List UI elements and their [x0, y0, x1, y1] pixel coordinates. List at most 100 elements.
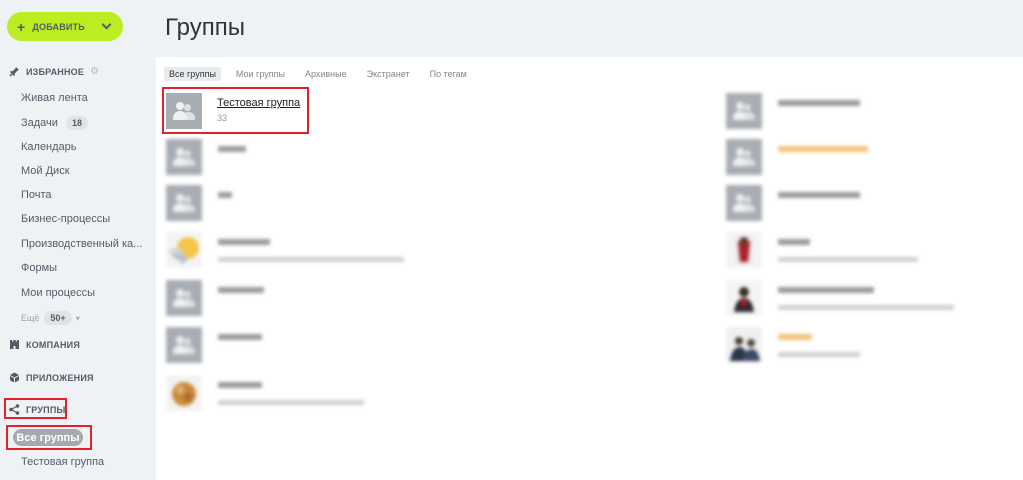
group-people-icon [173, 148, 195, 166]
group-avatar[interactable] [726, 327, 762, 363]
sidebar-item-test-group[interactable]: Тестовая группа [21, 456, 104, 468]
group-avatar[interactable] [166, 375, 202, 411]
group-description-redacted [778, 352, 860, 357]
group-avatar[interactable] [166, 185, 202, 221]
chevron-down-icon: ▾ [75, 313, 80, 323]
sidebar-item-label: Бизнес-процессы [21, 213, 111, 225]
sidebar-item-my-processes[interactable]: Мои процессы [21, 287, 95, 299]
group-people-icon [173, 289, 195, 307]
group-card[interactable] [166, 375, 364, 411]
sidebar-more[interactable]: Ещё 50+ ▾ [21, 311, 80, 325]
sidebar-item-label: Производственный ка... [21, 238, 143, 250]
group-card[interactable] [166, 232, 404, 268]
group-people-icon [173, 336, 195, 354]
group-image [172, 382, 196, 406]
group-avatar[interactable] [166, 327, 202, 363]
section-apps-label: ПРИЛОЖЕНИЯ [26, 372, 94, 383]
groups-filter-tabs: Все группы Мои группы Архивные Экстранет… [164, 67, 482, 81]
group-people-icon [173, 194, 195, 212]
group-card[interactable] [166, 280, 264, 316]
group-description-redacted [778, 257, 918, 262]
group-card[interactable] [726, 232, 918, 268]
group-name-redacted[interactable] [778, 192, 860, 198]
group-avatar[interactable] [166, 139, 202, 175]
group-card[interactable] [726, 280, 954, 316]
chevron-down-icon[interactable] [101, 19, 112, 30]
group-card[interactable] [166, 185, 232, 221]
group-name-redacted[interactable] [218, 334, 262, 340]
group-card[interactable] [166, 327, 262, 363]
group-name-redacted[interactable] [218, 287, 264, 293]
tab-archived[interactable]: Архивные [300, 67, 352, 81]
groups-panel: Все группы Мои группы Архивные Экстранет… [156, 57, 1023, 480]
highlight-box [4, 398, 67, 419]
group-avatar[interactable] [726, 185, 762, 221]
tab-extranet[interactable]: Экстранет [362, 67, 415, 81]
group-image [168, 237, 199, 264]
group-description-redacted [218, 257, 404, 262]
sidebar-item-label: Календарь [21, 141, 77, 153]
group-people-icon [733, 194, 755, 212]
sidebar-item-mail[interactable]: Почта [21, 189, 52, 201]
sidebar-item-label: Задачи [21, 117, 58, 129]
pin-icon [9, 66, 20, 77]
castle-icon [9, 339, 20, 350]
group-image [726, 327, 762, 363]
group-name-redacted[interactable] [218, 146, 246, 152]
sidebar-item-disk[interactable]: Мой Диск [21, 165, 70, 177]
sidebar-item-label: Тестовая группа [21, 456, 105, 468]
tab-all-groups[interactable]: Все группы [164, 67, 221, 81]
sidebar-item-label: Почта [21, 189, 52, 201]
group-image [726, 280, 762, 316]
group-card[interactable] [726, 93, 860, 129]
group-name-redacted[interactable] [778, 146, 868, 152]
sidebar-item-label: Живая лента [21, 92, 88, 104]
sidebar-item-bizproc[interactable]: Бизнес-процессы [21, 213, 110, 225]
group-people-icon [733, 148, 755, 166]
group-avatar[interactable] [726, 232, 762, 268]
add-button[interactable]: + ДОБАВИТЬ [7, 12, 123, 41]
group-avatar[interactable] [726, 280, 762, 316]
group-name-redacted[interactable] [218, 192, 232, 198]
section-company-label: КОМПАНИЯ [26, 339, 80, 350]
page-title: Группы [165, 14, 245, 41]
group-avatar[interactable] [166, 232, 202, 268]
group-card[interactable] [726, 327, 860, 363]
sidebar-item-label: Мой Диск [21, 165, 70, 177]
sidebar-item-calendar[interactable]: Календарь [21, 141, 77, 153]
section-favorites-label: ИЗБРАННОЕ [26, 66, 85, 77]
group-name-redacted[interactable] [218, 382, 262, 388]
section-apps[interactable]: ПРИЛОЖЕНИЯ [9, 372, 94, 383]
tab-my-groups[interactable]: Мои группы [231, 67, 290, 81]
section-favorites[interactable]: ИЗБРАННОЕ ⚙ [9, 66, 99, 77]
sidebar-item-feed[interactable]: Живая лента [21, 92, 88, 104]
gear-icon[interactable]: ⚙ [90, 66, 99, 77]
group-name-redacted[interactable] [778, 239, 810, 245]
group-card[interactable] [726, 139, 868, 175]
group-card[interactable] [726, 185, 860, 221]
group-description-redacted [778, 305, 954, 310]
group-people-icon [733, 102, 755, 120]
group-card[interactable] [166, 139, 246, 175]
tasks-count-badge: 18 [65, 116, 88, 130]
group-avatar[interactable] [166, 280, 202, 316]
group-avatar[interactable] [726, 93, 762, 129]
sidebar-item-forms[interactable]: Формы [21, 262, 57, 274]
sidebar-more-label: Ещё [21, 313, 40, 323]
group-name-redacted[interactable] [778, 334, 812, 340]
sidebar: + ДОБАВИТЬ ИЗБРАННОЕ ⚙ Живая лента Задач… [0, 0, 150, 480]
sidebar-item-label: Мои процессы [21, 287, 95, 299]
add-button-label: ДОБАВИТЬ [32, 21, 85, 32]
sidebar-item-label: Формы [21, 262, 58, 274]
group-description-redacted [218, 400, 364, 405]
sidebar-item-production[interactable]: Производственный ка... [21, 238, 142, 250]
sidebar-item-tasks[interactable]: Задачи 18 [21, 116, 88, 130]
tab-by-tags[interactable]: По тегам [425, 67, 472, 81]
plus-icon: + [17, 18, 26, 35]
group-name-redacted[interactable] [778, 287, 874, 293]
apps-cube-icon [9, 372, 20, 383]
group-avatar[interactable] [726, 139, 762, 175]
group-name-redacted[interactable] [218, 239, 270, 245]
section-company[interactable]: КОМПАНИЯ [9, 339, 80, 350]
group-name-redacted[interactable] [778, 100, 860, 106]
